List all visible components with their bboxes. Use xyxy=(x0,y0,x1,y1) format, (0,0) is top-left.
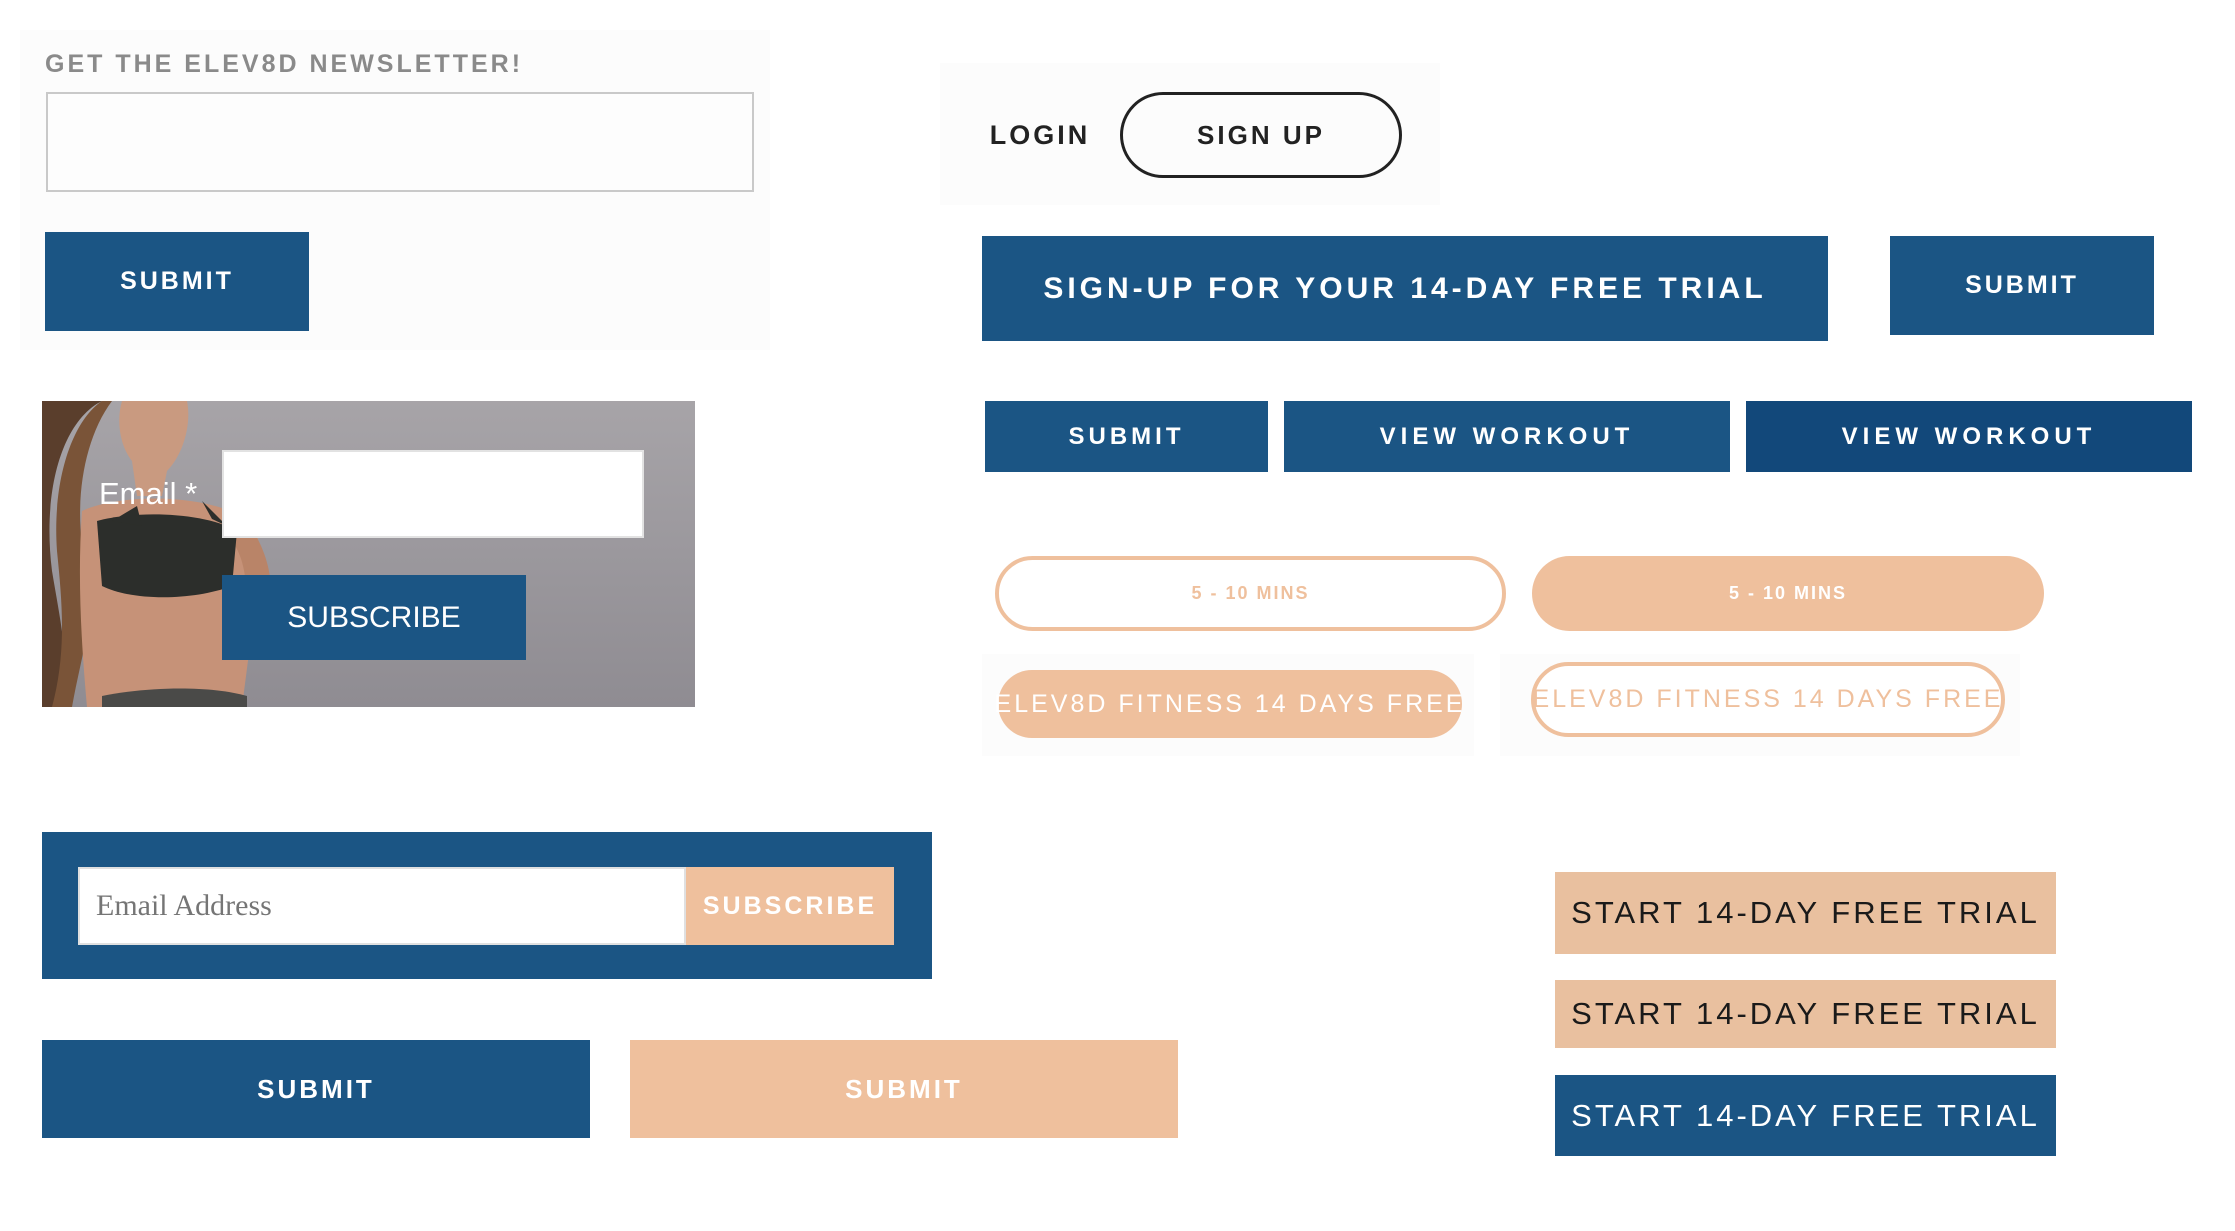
start-trial-tan-button-1[interactable]: START 14-DAY FREE TRIAL xyxy=(1555,872,2056,954)
duration-pill-filled[interactable]: 5 - 10 MINS xyxy=(1532,556,2044,631)
view-workout-button[interactable]: VIEW WORKOUT xyxy=(1284,401,1730,472)
trial-row-submit-button[interactable]: SUBMIT xyxy=(1890,236,2154,335)
bottom-submit-peach-button[interactable]: SUBMIT xyxy=(630,1040,1178,1138)
workout-row-submit-button[interactable]: SUBMIT xyxy=(985,401,1268,472)
promo-pill-filled[interactable]: ELEV8D FITNESS 14 DAYS FREE xyxy=(995,670,1462,738)
start-trial-tan-button-2[interactable]: START 14-DAY FREE TRIAL xyxy=(1555,980,2056,1048)
newsletter-submit-button[interactable]: SUBMIT xyxy=(45,232,309,331)
free-trial-signup-button[interactable]: SIGN-UP FOR YOUR 14-DAY FREE TRIAL xyxy=(982,236,1828,341)
login-link[interactable]: LOGIN xyxy=(985,112,1095,158)
required-asterisk: * xyxy=(185,476,198,511)
fitness-photo-banner xyxy=(42,401,695,707)
newsletter-label: GET THE ELEV8D NEWSLETTER! xyxy=(45,50,524,78)
newsletter-email-input[interactable] xyxy=(46,92,754,192)
bottom-submit-blue-button[interactable]: SUBMIT xyxy=(42,1040,590,1138)
promo-pill-outline[interactable]: ELEV8D FITNESS 14 DAYS FREE xyxy=(1531,662,2005,737)
photo-email-input[interactable] xyxy=(222,450,644,538)
sign-up-button[interactable]: SIGN UP xyxy=(1120,92,1402,178)
duration-pill-outline[interactable]: 5 - 10 MINS xyxy=(995,556,1506,631)
email-label-text: Email xyxy=(99,476,177,511)
email-address-input[interactable] xyxy=(78,867,686,945)
email-bar-subscribe-button[interactable]: SUBSCRIBE xyxy=(686,867,894,945)
view-workout-dark-button[interactable]: VIEW WORKOUT xyxy=(1746,401,2192,472)
start-trial-blue-button[interactable]: START 14-DAY FREE TRIAL xyxy=(1555,1075,2056,1156)
photo-subscribe-button[interactable]: SUBSCRIBE xyxy=(222,575,526,660)
email-field-label: Email * xyxy=(99,476,197,512)
woman-fitness-photo-icon xyxy=(42,401,695,707)
